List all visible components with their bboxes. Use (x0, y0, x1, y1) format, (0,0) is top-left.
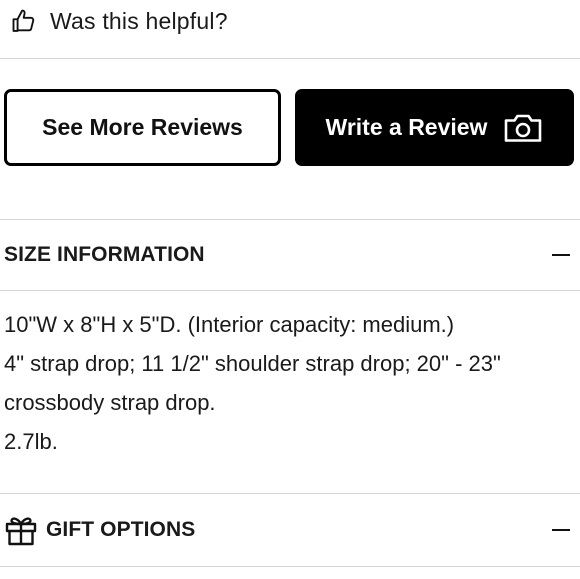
minus-icon[interactable] (552, 254, 570, 256)
camera-icon (503, 112, 543, 144)
thumbs-up-icon[interactable] (10, 7, 38, 35)
size-information-body: 10"W x 8"H x 5"D. (Interior capacity: me… (4, 305, 576, 461)
divider-mid (0, 219, 580, 220)
write-review-label: Write a Review (325, 114, 488, 140)
divider-size-header (0, 290, 580, 291)
divider-top (0, 58, 580, 59)
divider-bottom (0, 566, 580, 567)
gift-options-header[interactable]: GIFT OPTIONS (0, 500, 580, 560)
helpful-feedback[interactable]: Was this helpful? (10, 4, 228, 38)
gift-options-title: GIFT OPTIONS (46, 518, 196, 541)
see-more-reviews-label: See More Reviews (42, 114, 243, 140)
see-more-reviews-button[interactable]: See More Reviews (4, 89, 281, 166)
write-review-button[interactable]: Write a Review (295, 89, 574, 166)
minus-icon[interactable] (552, 529, 570, 531)
size-line: 4" strap drop; 11 1/2" shoulder strap dr… (4, 351, 501, 376)
divider-gift (0, 493, 580, 494)
size-information-header[interactable]: SIZE INFORMATION (0, 225, 580, 285)
gift-icon (4, 513, 38, 547)
size-information-title: SIZE INFORMATION (4, 243, 205, 266)
helpful-label: Was this helpful? (50, 7, 228, 34)
size-line: 2.7lb. (4, 429, 58, 454)
size-line: 10"W x 8"H x 5"D. (Interior capacity: me… (4, 312, 455, 337)
size-line: crossbody strap drop. (4, 390, 216, 415)
